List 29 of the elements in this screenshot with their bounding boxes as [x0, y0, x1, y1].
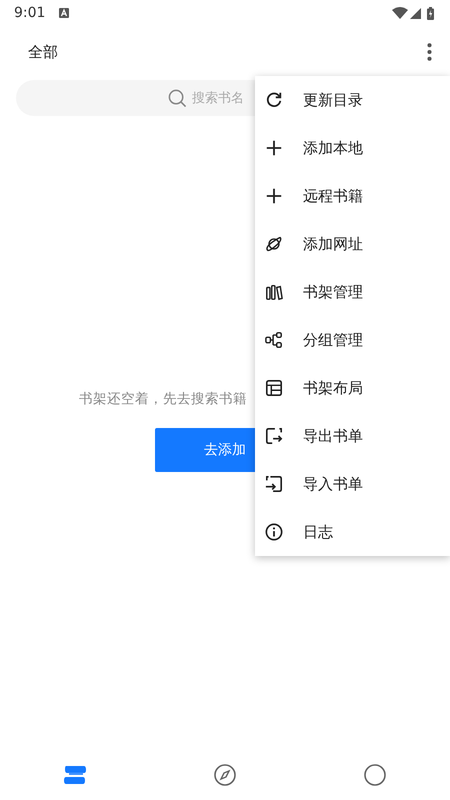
menu-item[interactable]: 日志 — [255, 508, 450, 556]
battery-icon — [427, 6, 434, 20]
notification-icon — [59, 8, 70, 18]
wifi-icon — [392, 7, 408, 19]
menu-item[interactable]: 分组管理 — [255, 316, 450, 364]
import-icon — [265, 475, 283, 493]
books-icon — [265, 283, 283, 301]
signal-icon — [410, 8, 421, 18]
search-icon — [168, 88, 187, 108]
bookshelf-icon[interactable] — [63, 763, 87, 787]
plus-icon — [265, 139, 283, 157]
status-time: 9:01 — [14, 5, 46, 21]
planet-icon — [265, 235, 283, 253]
refresh-icon — [265, 91, 283, 109]
menu-item[interactable]: 远程书籍 — [255, 172, 450, 220]
group-icon — [265, 331, 283, 349]
layout-icon — [265, 379, 283, 397]
menu-item[interactable]: 书架管理 — [255, 268, 450, 316]
menu-item[interactable]: 添加网址 — [255, 220, 450, 268]
plus-icon — [265, 187, 283, 205]
more-icon[interactable] — [427, 43, 432, 61]
export-icon — [265, 427, 283, 445]
circle-icon[interactable] — [363, 763, 387, 787]
compass-icon[interactable] — [213, 763, 237, 787]
toolbar-title: 全部 — [28, 42, 58, 62]
empty-message: 书架还空着，先去搜索书籍 — [79, 390, 247, 408]
menu-item[interactable]: 书架布局 — [255, 364, 450, 412]
info-icon — [265, 523, 283, 541]
menu-item[interactable]: 添加本地 — [255, 124, 450, 172]
